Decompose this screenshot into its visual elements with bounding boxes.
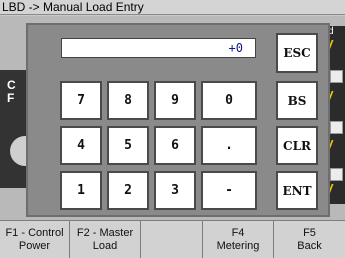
f2-master-load-button[interactable]: F2 - Master Load bbox=[70, 221, 141, 258]
clear-button[interactable]: CLR bbox=[276, 126, 318, 165]
breadcrumb: LBD -> Manual Load Entry bbox=[2, 0, 144, 14]
key-1[interactable]: 1 bbox=[60, 171, 102, 210]
f5-back-button[interactable]: F5 Back bbox=[274, 221, 345, 258]
key-6[interactable]: 6 bbox=[154, 126, 196, 165]
key-decimal[interactable]: . bbox=[201, 126, 257, 165]
key-0[interactable]: 0 bbox=[201, 81, 257, 120]
key-9[interactable]: 9 bbox=[154, 81, 196, 120]
f4-key-label: F4 bbox=[231, 226, 245, 239]
left-panel-label-1: C bbox=[7, 78, 16, 92]
right-panel-checkbox bbox=[330, 70, 343, 83]
key-3[interactable]: 3 bbox=[154, 171, 196, 210]
keypad-dialog: +0 7 8 9 0 4 5 6 . 1 2 3 - ESC BS CLR EN… bbox=[26, 23, 330, 217]
f2-key-label: F2 - Master bbox=[76, 226, 134, 239]
f1-key-label: F1 - Control bbox=[5, 226, 64, 239]
f1-action-label: Power bbox=[18, 239, 51, 252]
key-7[interactable]: 7 bbox=[60, 81, 102, 120]
key-5[interactable]: 5 bbox=[107, 126, 149, 165]
f5-action-label: Back bbox=[297, 239, 322, 252]
key-8[interactable]: 8 bbox=[107, 81, 149, 120]
f4-metering-button[interactable]: F4 Metering bbox=[203, 221, 274, 258]
right-panel-checkbox bbox=[330, 168, 343, 181]
f3-empty-button[interactable] bbox=[141, 221, 203, 258]
f2-action-label: Load bbox=[92, 239, 118, 252]
f1-control-power-button[interactable]: F1 - Control Power bbox=[0, 221, 70, 258]
right-panel-checkbox bbox=[330, 121, 343, 134]
key-4[interactable]: 4 bbox=[60, 126, 102, 165]
backspace-button[interactable]: BS bbox=[276, 81, 318, 120]
left-panel-label-2: F bbox=[7, 91, 15, 105]
function-key-bar: F1 - Control Power F2 - Master Load F4 M… bbox=[0, 220, 345, 258]
enter-button[interactable]: ENT bbox=[276, 171, 318, 210]
f4-action-label: Metering bbox=[216, 239, 260, 252]
title-bar: LBD -> Manual Load Entry bbox=[0, 0, 345, 15]
esc-button[interactable]: ESC bbox=[276, 33, 318, 73]
keypad-display: +0 bbox=[61, 38, 256, 58]
key-2[interactable]: 2 bbox=[107, 171, 149, 210]
f5-key-label: F5 bbox=[303, 226, 316, 239]
background-left-panel: C F bbox=[0, 70, 40, 188]
key-minus[interactable]: - bbox=[201, 171, 257, 210]
